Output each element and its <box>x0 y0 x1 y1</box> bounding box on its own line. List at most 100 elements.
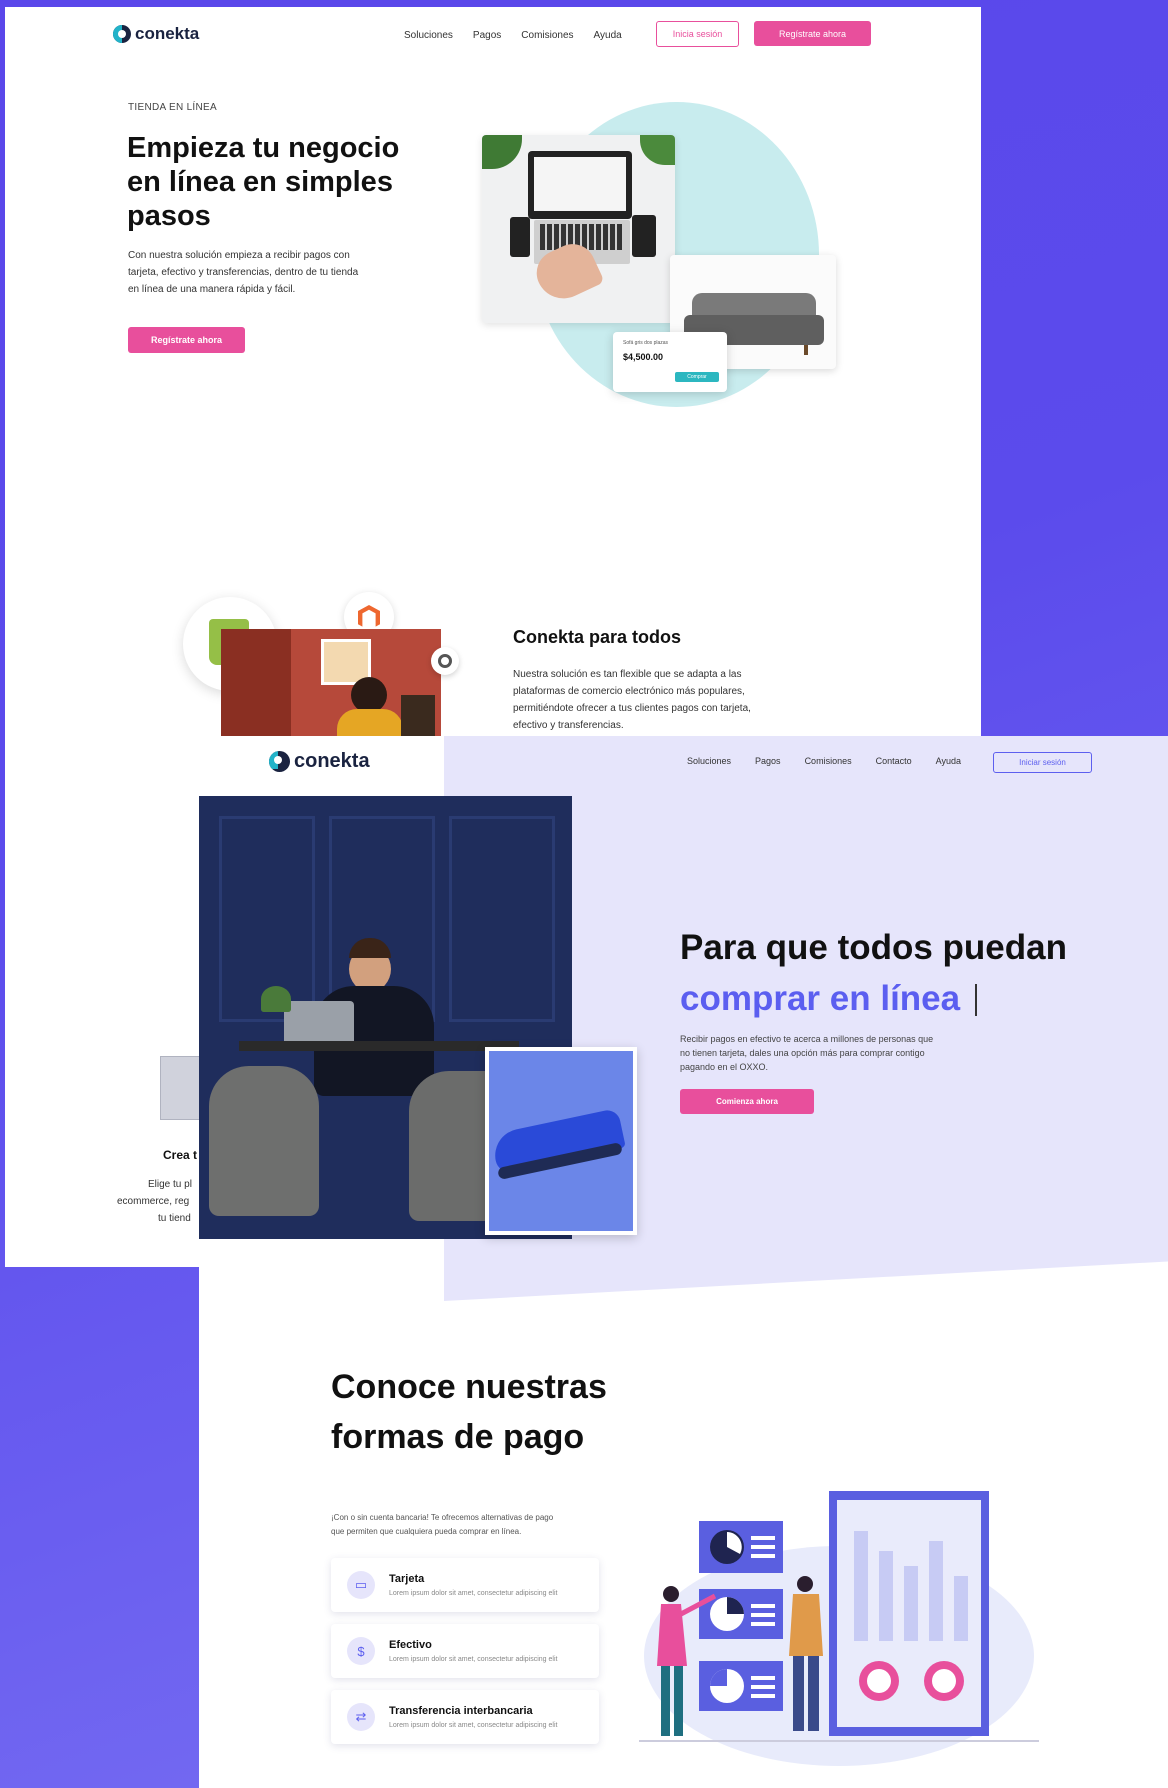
plant-image <box>482 135 522 169</box>
panel-line <box>751 1622 775 1626</box>
panel-line <box>751 1604 775 1608</box>
nav-ayuda[interactable]: Ayuda <box>936 756 961 766</box>
product-card: Sofá gris dos plazas $4,500.00 Comprar <box>613 332 727 392</box>
woman-leg <box>661 1666 670 1736</box>
text-cursor <box>975 984 977 1016</box>
logo-text: conekta <box>135 24 200 43</box>
payment-method-card[interactable]: ⇄ Transferencia interbancaria Lorem ipsu… <box>331 1690 599 1744</box>
hero-title-line1: Para que todos puedan <box>680 928 1067 967</box>
laptop-photo <box>482 135 675 323</box>
payment-method-title: Transferencia interbancaria <box>389 1705 533 1717</box>
pink-chart-center <box>932 1669 956 1693</box>
payment-method-desc: Lorem ipsum dolor sit amet, consectetur … <box>389 1656 558 1663</box>
partial-text-line: ecommerce, reg <box>117 1196 190 1207</box>
payment-method-card[interactable]: ▭ Tarjeta Lorem ipsum dolor sit amet, co… <box>331 1558 599 1612</box>
hero-title-line: Empieza tu negocio <box>127 132 400 164</box>
panel-line <box>751 1685 775 1689</box>
section2-desc-line: efectivo y transferencias. <box>513 720 624 731</box>
bar-shape <box>879 1551 893 1641</box>
buy-button[interactable]: Comprar <box>675 372 719 382</box>
man-leg <box>808 1656 819 1731</box>
partial-text-line: Elige tu pl <box>148 1179 192 1190</box>
signup-button[interactable]: Regístrate ahora <box>754 21 871 46</box>
bar-shape <box>954 1576 968 1641</box>
logo[interactable]: conekta <box>113 24 199 44</box>
section2-description: Nuestra solución es tan flexible que se … <box>513 666 751 734</box>
plant-image <box>640 135 675 165</box>
woman-working-photo <box>221 629 441 745</box>
bar-shape <box>929 1541 943 1641</box>
laptop-screen-content <box>534 157 626 211</box>
chair-image <box>209 1066 319 1216</box>
nav-ayuda[interactable]: Ayuda <box>594 30 622 41</box>
conekta-logo-icon <box>113 25 131 43</box>
hero-desc-line: en línea de una manera rápida y fácil. <box>128 284 296 295</box>
magento-icon <box>358 605 380 627</box>
conekta-logo-icon <box>269 751 290 772</box>
section2-title: Conekta para todos <box>513 627 682 647</box>
hero-title-line: pasos <box>127 200 211 232</box>
front-page-screenshot: conekta Soluciones Pagos Comisiones Cont… <box>199 736 1168 1788</box>
man-shirt <box>789 1594 823 1656</box>
section2-desc-line: Nuestra solución es tan flexible que se … <box>513 669 742 680</box>
payment-method-title: Tarjeta <box>389 1573 425 1585</box>
plant-image <box>261 986 291 1012</box>
hero-eyebrow: TIENDA EN LÍNEA <box>128 102 217 113</box>
nav-comisiones[interactable]: Comisiones <box>521 30 573 41</box>
hero-desc-line: no tienen tarjeta, dales una opción más … <box>680 1048 925 1058</box>
panel-line <box>751 1536 775 1540</box>
payment-method-text: Tarjeta Lorem ipsum dolor sit amet, cons… <box>389 1573 557 1597</box>
payment-method-desc: Lorem ipsum dolor sit amet, consectetur … <box>389 1590 558 1597</box>
payment-method-text: Transferencia interbancaria Lorem ipsum … <box>389 1705 557 1729</box>
section2-desc-line: permitiéndote ofrecer a tus clientes pag… <box>513 703 751 714</box>
person-hair <box>351 677 387 713</box>
payments-title-line2: formas de pago <box>331 1418 585 1456</box>
sneaker-card <box>485 1047 637 1235</box>
payments-illustration <box>639 1491 1039 1766</box>
login-button[interactable]: Inicia sesión <box>656 21 739 47</box>
hero-desc-line: tarjeta, efectivo y transferencias, dent… <box>128 267 359 278</box>
partial-title: Crea t <box>163 1148 198 1162</box>
product-price: $4,500.00 <box>623 352 664 362</box>
man-head <box>797 1576 813 1592</box>
nav-pagos[interactable]: Pagos <box>755 756 781 766</box>
wall-panel <box>449 816 555 1022</box>
logo[interactable]: conekta <box>269 750 370 773</box>
payments-title-line1: Conoce nuestras <box>331 1368 607 1406</box>
wall-shape <box>221 629 291 745</box>
card-icon: ▭ <box>347 1571 375 1599</box>
laptop-screen <box>528 151 632 219</box>
nav-soluciones[interactable]: Soluciones <box>687 756 731 766</box>
hero-description: Con nuestra solución empieza a recibir p… <box>128 247 358 298</box>
nav-pagos[interactable]: Pagos <box>473 30 501 41</box>
payments-desc-line: que permiten que cualquiera pueda compra… <box>331 1527 522 1536</box>
hero-title-line2: comprar en línea <box>680 979 961 1018</box>
hero-desc-line: Con nuestra solución empieza a recibir p… <box>128 250 350 261</box>
woman-head <box>663 1586 679 1602</box>
login-button[interactable]: Iniciar sesión <box>993 752 1092 773</box>
panel-line <box>751 1554 775 1558</box>
woman-leg <box>674 1666 683 1736</box>
hero-cta-button[interactable]: Comienza ahora <box>680 1089 814 1114</box>
pink-chart-center <box>867 1669 891 1693</box>
hero-description: Recibir pagos en efectivo te acerca a mi… <box>680 1032 933 1074</box>
transfer-icon: ⇄ <box>347 1703 375 1731</box>
nav-soluciones[interactable]: Soluciones <box>404 30 453 41</box>
partial-image <box>160 1056 202 1120</box>
hero-desc-line: Recibir pagos en efectivo te acerca a mi… <box>680 1034 934 1044</box>
phone-image <box>510 217 530 257</box>
nav-contacto[interactable]: Contacto <box>876 756 912 766</box>
panel-line <box>751 1545 775 1549</box>
sofa-leg <box>804 345 808 355</box>
payment-method-title: Efectivo <box>389 1639 432 1651</box>
nav-comisiones[interactable]: Comisiones <box>805 756 852 766</box>
payment-method-card[interactable]: $ Efectivo Lorem ipsum dolor sit amet, c… <box>331 1624 599 1678</box>
bar-shape <box>854 1531 868 1641</box>
hero-title-line: en línea en simples <box>127 166 393 198</box>
partial-text-line: tu tiend <box>158 1213 191 1224</box>
main-nav: Soluciones Pagos Comisiones Contacto Ayu… <box>687 756 961 766</box>
hero-cta-button[interactable]: Regístrate ahora <box>128 327 245 353</box>
product-name: Sofá gris dos plazas <box>623 340 669 346</box>
payment-method-desc: Lorem ipsum dolor sit amet, consectetur … <box>389 1722 558 1729</box>
panel-line <box>751 1676 775 1680</box>
